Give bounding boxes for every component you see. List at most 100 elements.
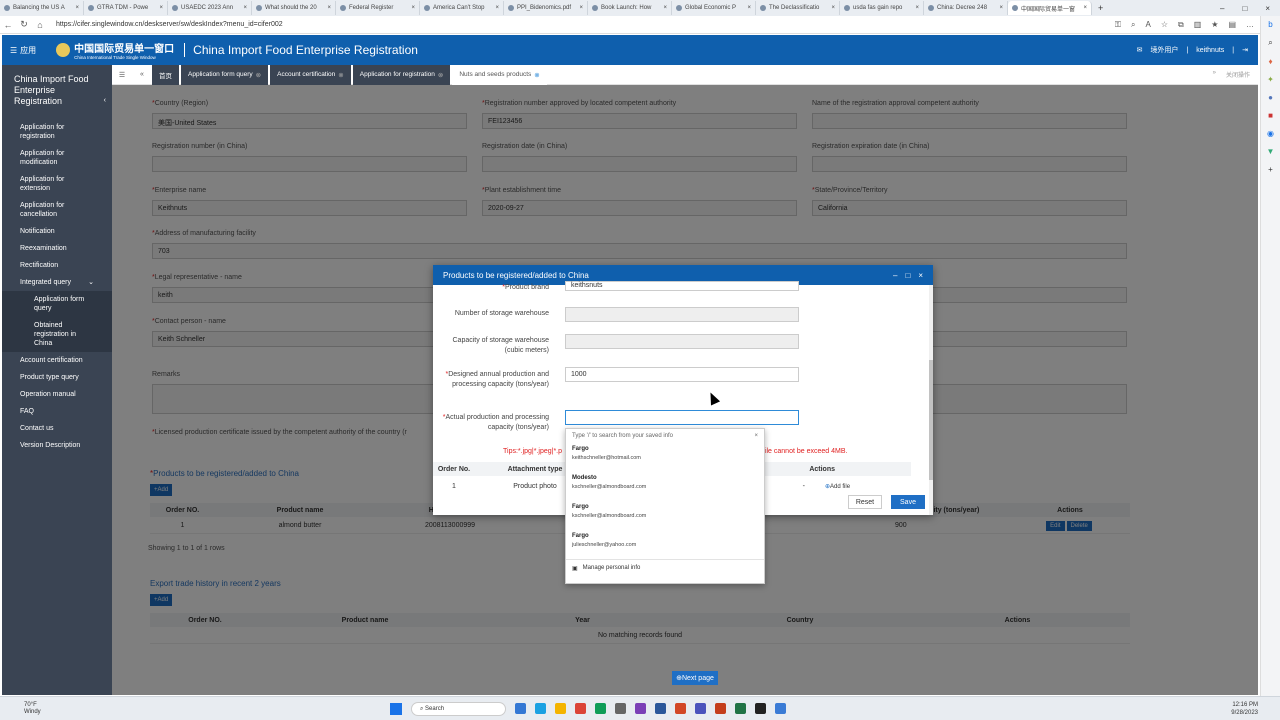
sidebar-item-account-certification[interactable]: Account certification	[2, 352, 112, 369]
actual-capacity-field[interactable]	[565, 410, 799, 425]
maximize-icon[interactable]: □	[905, 271, 910, 280]
brand-field[interactable]: keithsnuts	[565, 281, 799, 291]
tab-close-icon[interactable]: ⊗	[438, 71, 443, 79]
folder-icon[interactable]	[555, 703, 566, 714]
tab-home[interactable]: 首页	[152, 64, 179, 85]
more-icon[interactable]: …	[1246, 20, 1254, 30]
split-screen-icon[interactable]: ▥	[1194, 20, 1202, 30]
sidebar-item-rectification[interactable]: Rectification	[2, 257, 112, 274]
tab-application-for-registration[interactable]: Application for registration ⊗	[352, 64, 451, 85]
tab-close-icon[interactable]: ⊗	[338, 71, 343, 79]
sidebar-item-contact-us[interactable]: Contact us	[2, 420, 112, 437]
close-icon[interactable]: ×	[243, 5, 247, 11]
designed-capacity-field[interactable]: 1000	[565, 367, 799, 382]
search-icon[interactable]: ⌕	[1268, 38, 1272, 48]
shopping-icon[interactable]: ♦	[1268, 57, 1272, 66]
autofill-entry[interactable]: Fargo kschneller@almondboard.com	[566, 501, 764, 530]
favorite-star-icon[interactable]: ☆	[1161, 20, 1168, 30]
excel-icon[interactable]	[735, 703, 746, 714]
mail-icon[interactable]: ✉	[1137, 46, 1143, 54]
browser-tab[interactable]: USAEDC 2023 Ann ×	[168, 1, 252, 15]
system-clock[interactable]: 12:16 PM 9/28/2023	[1231, 701, 1258, 717]
new-tab-icon[interactable]: +	[1092, 3, 1109, 13]
sidebar-item-version-description[interactable]: Version Description	[2, 437, 112, 454]
storage-num-field[interactable]	[565, 307, 799, 322]
sidebar-item-notification[interactable]: Notification	[2, 223, 112, 240]
browser-tab[interactable]: usda fas gain repo ×	[840, 1, 924, 15]
acrobat-icon[interactable]	[675, 703, 686, 714]
tab-close-icon[interactable]: ⊗	[534, 71, 539, 79]
browser-tab[interactable]: Balancing the US A ×	[0, 1, 84, 15]
browser-tab[interactable]: Federal Register ×	[336, 1, 420, 15]
storage-cap-field[interactable]	[565, 334, 799, 349]
refresh-icon[interactable]: ↻	[16, 19, 32, 30]
sidebar-item-cancellation[interactable]: Application for cancellation	[2, 197, 112, 223]
close-icon[interactable]: ×	[159, 5, 163, 11]
sidebar-item-faq[interactable]: FAQ	[2, 403, 112, 420]
photos-icon[interactable]	[775, 703, 786, 714]
zoom-icon[interactable]: ⌕	[1131, 20, 1135, 30]
next-page-button[interactable]: ⊕ Next page	[672, 671, 718, 685]
browser-tab[interactable]: Book Launch: How ×	[588, 1, 672, 15]
extensions-icon[interactable]: ⧉	[1178, 20, 1184, 30]
home-icon[interactable]: ⌂	[32, 20, 48, 30]
windows-start-icon[interactable]	[390, 702, 402, 715]
sidebar-item-reexamination[interactable]: Reexamination	[2, 240, 112, 257]
outlook-icon[interactable]: ◉	[1267, 129, 1274, 138]
save-button[interactable]: Save	[891, 495, 925, 509]
edge-icon[interactable]	[535, 703, 546, 714]
taskbar-search[interactable]: ⌕ Search	[411, 701, 506, 716]
scroll-left-icon[interactable]: «	[132, 71, 152, 78]
close-icon[interactable]: ×	[915, 5, 919, 11]
read-aloud-icon[interactable]: A	[1145, 20, 1150, 30]
close-icon[interactable]: ×	[918, 271, 923, 280]
key-icon[interactable]: ⚿	[1115, 20, 1121, 30]
designer-icon[interactable]: ▼	[1267, 147, 1275, 156]
scrollbar-thumb[interactable]	[929, 360, 933, 480]
app-menu-button[interactable]: ☰ 应用	[10, 45, 36, 56]
close-icon[interactable]: ×	[495, 5, 499, 11]
office-icon[interactable]: ■	[1268, 111, 1273, 120]
tools-icon[interactable]: ✦	[1267, 75, 1274, 84]
address-bar[interactable]: https://cifer.singlewindow.cn/deskserver…	[56, 21, 1115, 28]
autofill-entry[interactable]: Fargo julieschneller@yahoo.com	[566, 530, 764, 559]
autofill-entry[interactable]: Fargo keithschneller@hotmail.com	[566, 443, 764, 472]
close-icon[interactable]: ×	[411, 5, 415, 11]
sidebar-item-modification[interactable]: Application for modification	[2, 145, 112, 171]
bing-icon[interactable]: b	[1268, 20, 1272, 29]
add-icon[interactable]: +	[1268, 165, 1273, 174]
close-icon[interactable]: ×	[999, 5, 1003, 11]
collections-icon[interactable]: ▤	[1228, 20, 1236, 30]
sidebar-collapse-icon[interactable]: ‹	[104, 97, 106, 104]
sidebar-item-obtained-registration[interactable]: Obtained registration in China	[2, 317, 112, 352]
todo-icon[interactable]	[615, 703, 626, 714]
minimize-icon[interactable]: –	[1220, 4, 1224, 13]
add-file-button[interactable]: ⊕Add file	[825, 483, 850, 490]
logout-icon[interactable]: ⇥	[1242, 46, 1248, 54]
close-icon[interactable]: ×	[1083, 5, 1087, 11]
sidebar-item-operation-manual[interactable]: Operation manual	[2, 386, 112, 403]
scroll-right-icon[interactable]: »	[1213, 70, 1216, 79]
browser-tab[interactable]: PPI_Bidenomics.pdf ×	[504, 1, 588, 15]
back-icon[interactable]: ←	[0, 20, 16, 30]
onenote-icon[interactable]	[635, 703, 646, 714]
tab-nuts-and-seeds[interactable]: Nuts and seeds products ⊗	[452, 64, 547, 85]
close-window-icon[interactable]: ×	[1265, 4, 1270, 13]
close-icon[interactable]: ×	[831, 5, 835, 11]
browser-tab[interactable]: China: Decree 248 ×	[924, 1, 1008, 15]
modal-scrollbar[interactable]	[929, 285, 933, 515]
browser-tab[interactable]: The Declassificatio ×	[756, 1, 840, 15]
menu-icon[interactable]: ☰	[112, 71, 132, 79]
close-icon[interactable]: ×	[75, 5, 79, 11]
sidebar-item-extension[interactable]: Application for extension	[2, 171, 112, 197]
browser-tab-active[interactable]: 中国国际贸易单一窗 ×	[1008, 1, 1092, 15]
browser-tab[interactable]: What should the 20 ×	[252, 1, 336, 15]
media-player-icon[interactable]	[755, 703, 766, 714]
favorites-icon[interactable]: ★	[1211, 20, 1218, 30]
sidebar-item-product-type-query[interactable]: Product type query	[2, 369, 112, 386]
tab-close-icon[interactable]: ⊗	[256, 71, 261, 79]
word-icon[interactable]	[655, 703, 666, 714]
teams-icon[interactable]	[695, 703, 706, 714]
tab-application-form-query[interactable]: Application form query ⊗	[181, 64, 269, 85]
close-icon[interactable]: ×	[663, 5, 667, 11]
